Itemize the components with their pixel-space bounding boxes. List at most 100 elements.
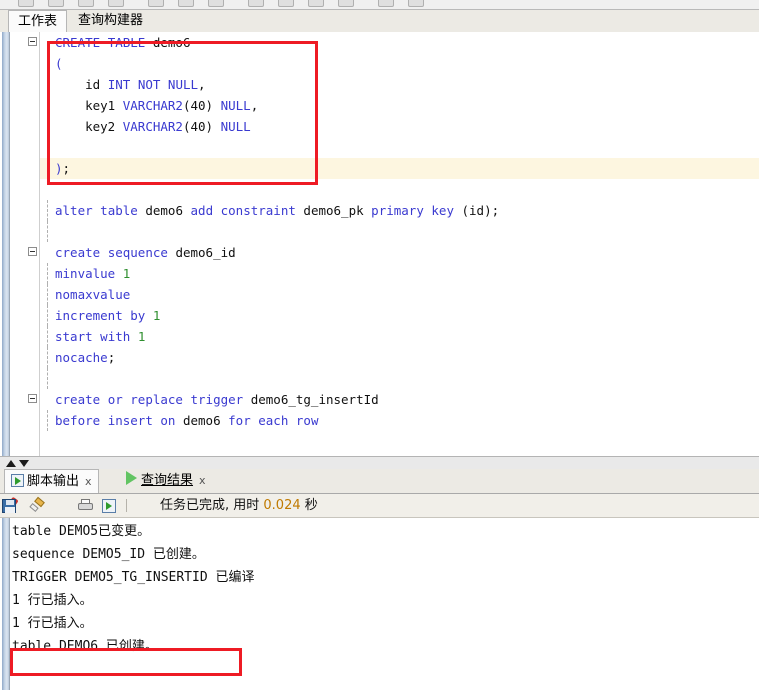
code-line[interactable] bbox=[40, 368, 759, 389]
code-token: VARCHAR2 bbox=[122, 98, 183, 113]
toolbar-icon-6[interactable] bbox=[178, 0, 194, 7]
code-token: (40) bbox=[182, 119, 214, 134]
output-tab-query-result[interactable]: 查询结果 x bbox=[120, 469, 212, 493]
worksheet-tab-query-builder[interactable]: 查询构建器 bbox=[69, 10, 152, 32]
code-fold-toggle-icon[interactable] bbox=[28, 394, 37, 403]
code-line[interactable] bbox=[40, 221, 759, 242]
sql-editor[interactable]: CREATE TABLE demo6 ( id INT NOT NULL, key… bbox=[0, 32, 759, 456]
toolbar-icon-9[interactable] bbox=[278, 0, 294, 7]
eraser-icon bbox=[30, 499, 44, 512]
save-icon bbox=[2, 499, 16, 513]
clear-button[interactable] bbox=[28, 497, 46, 514]
code-line[interactable]: create or replace trigger demo6_tg_inser… bbox=[28, 389, 759, 410]
code-line[interactable]: nomaxvalue bbox=[40, 284, 759, 305]
code-token: table bbox=[100, 203, 138, 218]
code-line[interactable]: minvalue 1 bbox=[40, 263, 759, 284]
toolbar-separator bbox=[126, 499, 127, 512]
print-icon bbox=[78, 499, 93, 512]
code-token: primary bbox=[371, 203, 424, 218]
code-token: minvalue bbox=[55, 266, 116, 281]
status-elapsed-value: 0.024 bbox=[263, 498, 301, 513]
toolbar-icon-11[interactable] bbox=[338, 0, 354, 7]
code-token: id bbox=[85, 77, 101, 92]
code-line[interactable]: alter table demo6 add constraint demo6_p… bbox=[40, 200, 759, 221]
toolbar-icon-4[interactable] bbox=[108, 0, 124, 7]
toolbar-icon-8[interactable] bbox=[248, 0, 264, 7]
code-token: replace bbox=[130, 392, 183, 407]
code-token: demo6_pk bbox=[303, 203, 364, 218]
output-tab-label: 查询结果 bbox=[141, 473, 194, 488]
close-icon[interactable]: x bbox=[85, 475, 92, 488]
output-text-area[interactable]: table DEMO5已变更。 sequence DEMO5_ID 已创建。 TRI… bbox=[0, 518, 759, 690]
code-token: or bbox=[107, 392, 123, 407]
code-line[interactable]: start with 1 bbox=[40, 326, 759, 347]
code-line[interactable]: ); bbox=[40, 158, 759, 179]
toolbar-icon-12[interactable] bbox=[378, 0, 394, 7]
output-toolbar: 任务已完成, 用时 0.024 秒 bbox=[0, 494, 759, 518]
toolbar-icon-7[interactable] bbox=[208, 0, 224, 7]
code-token: ( bbox=[55, 56, 63, 71]
print-button[interactable] bbox=[76, 497, 94, 514]
code-token: NULL bbox=[167, 77, 199, 92]
code-token: ; bbox=[62, 161, 71, 176]
code-line[interactable]: increment by 1 bbox=[40, 305, 759, 326]
code-line[interactable] bbox=[40, 137, 759, 158]
script-output-icon bbox=[11, 474, 24, 487]
code-line[interactable]: CREATE TABLE demo6 bbox=[28, 32, 759, 53]
code-token: alter bbox=[55, 203, 93, 218]
code-token: start bbox=[55, 329, 93, 344]
worksheet-tab-worksheet[interactable]: 工作表 bbox=[8, 10, 68, 32]
code-line[interactable]: key1 VARCHAR2(40) NULL, bbox=[40, 95, 759, 116]
code-token: nocache bbox=[55, 350, 108, 365]
code-token: trigger bbox=[190, 392, 244, 407]
toolbar-icon-10[interactable] bbox=[308, 0, 324, 7]
code-token: VARCHAR2 bbox=[122, 119, 183, 134]
run-query-icon bbox=[126, 471, 137, 485]
code-line[interactable]: nocache; bbox=[40, 347, 759, 368]
toolbar-icon-1[interactable] bbox=[18, 0, 34, 7]
code-token: add bbox=[190, 203, 214, 218]
code-line[interactable]: before insert on demo6 for each row bbox=[40, 410, 759, 431]
code-line[interactable]: id INT NOT NULL, bbox=[40, 74, 759, 95]
code-line[interactable]: create sequence demo6_id bbox=[28, 242, 759, 263]
collapse-up-arrow-icon[interactable] bbox=[6, 460, 16, 467]
toolbar-icon-3[interactable] bbox=[78, 0, 94, 7]
toolbar-icon-5[interactable] bbox=[148, 0, 164, 7]
code-token: 1 bbox=[152, 308, 161, 323]
toolbar-icon-13[interactable] bbox=[408, 0, 424, 7]
editor-gutter[interactable] bbox=[10, 32, 40, 456]
script-output-button[interactable] bbox=[100, 497, 118, 514]
code-line[interactable] bbox=[40, 179, 759, 200]
collapse-down-arrow-icon[interactable] bbox=[19, 460, 29, 467]
save-button[interactable] bbox=[0, 497, 18, 514]
code-fold-toggle-icon[interactable] bbox=[28, 37, 37, 46]
code-token: constraint bbox=[220, 203, 296, 218]
toolbar-icon-2[interactable] bbox=[48, 0, 64, 7]
output-line: sequence DEMO5_ID 已创建。 bbox=[12, 547, 205, 562]
close-icon[interactable]: x bbox=[199, 474, 206, 487]
code-fold-toggle-icon[interactable] bbox=[28, 247, 37, 256]
output-tab-script-output[interactable]: 脚本输出 x bbox=[4, 469, 99, 493]
code-token: insert bbox=[107, 413, 153, 428]
code-token: , bbox=[250, 98, 259, 113]
code-line[interactable]: key2 VARCHAR2(40) NULL bbox=[40, 116, 759, 137]
output-lines: table DEMO5已变更。 sequence DEMO5_ID 已创建。 TRI… bbox=[12, 520, 752, 658]
sql-code-surface[interactable]: CREATE TABLE demo6 ( id INT NOT NULL, key… bbox=[28, 32, 759, 456]
code-line[interactable]: ( bbox=[40, 53, 759, 74]
output-line: table DEMO6 已创建。 bbox=[12, 639, 158, 654]
